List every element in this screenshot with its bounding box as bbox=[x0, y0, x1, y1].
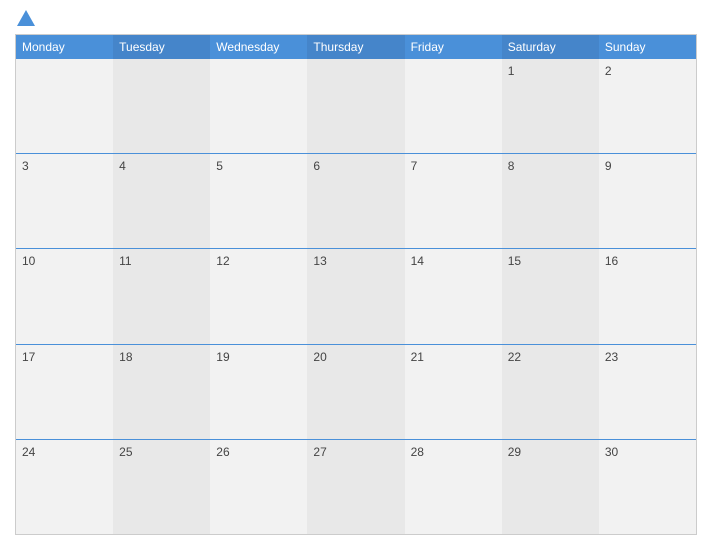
day-number: 4 bbox=[119, 159, 126, 173]
day-number: 27 bbox=[313, 445, 326, 459]
day-cell-23: 23 bbox=[599, 345, 696, 439]
day-cell-20: 20 bbox=[307, 345, 404, 439]
day-cell-18: 18 bbox=[113, 345, 210, 439]
day-number: 5 bbox=[216, 159, 223, 173]
day-number: 17 bbox=[22, 350, 35, 364]
day-cell-13: 13 bbox=[307, 249, 404, 343]
day-cell-25: 25 bbox=[113, 440, 210, 534]
day-number: 26 bbox=[216, 445, 229, 459]
day-number: 9 bbox=[605, 159, 612, 173]
day-number: 8 bbox=[508, 159, 515, 173]
day-cell-16: 16 bbox=[599, 249, 696, 343]
day-number: 1 bbox=[508, 64, 515, 78]
day-header-saturday: Saturday bbox=[502, 35, 599, 59]
day-number: 11 bbox=[119, 254, 131, 268]
day-cell-27: 27 bbox=[307, 440, 404, 534]
day-header-friday: Friday bbox=[405, 35, 502, 59]
day-number: 3 bbox=[22, 159, 29, 173]
day-cell-1: 1 bbox=[502, 59, 599, 153]
day-number: 22 bbox=[508, 350, 521, 364]
day-cell-7: 7 bbox=[405, 154, 502, 248]
week-row-1: 12 bbox=[16, 59, 696, 154]
week-row-5: 24 25 26 27 28 29 30 bbox=[16, 440, 696, 534]
day-number: 15 bbox=[508, 254, 521, 268]
day-number: 7 bbox=[411, 159, 418, 173]
day-cell-2: 2 bbox=[599, 59, 696, 153]
week-row-4: 17 18 19 20 21 22 23 bbox=[16, 345, 696, 440]
day-cell-28: 28 bbox=[405, 440, 502, 534]
day-number: 30 bbox=[605, 445, 618, 459]
week-row-3: 10 11 12 13 14 15 16 bbox=[16, 249, 696, 344]
day-cell-22: 22 bbox=[502, 345, 599, 439]
day-number: 24 bbox=[22, 445, 35, 459]
day-cell-9: 9 bbox=[599, 154, 696, 248]
day-header-monday: Monday bbox=[16, 35, 113, 59]
day-cell-24: 24 bbox=[16, 440, 113, 534]
day-header-thursday: Thursday bbox=[307, 35, 404, 59]
day-cell-26: 26 bbox=[210, 440, 307, 534]
day-cell-15: 15 bbox=[502, 249, 599, 343]
day-cell-19: 19 bbox=[210, 345, 307, 439]
empty-day-cell bbox=[307, 59, 404, 153]
day-number: 6 bbox=[313, 159, 320, 173]
day-cell-6: 6 bbox=[307, 154, 404, 248]
day-number: 23 bbox=[605, 350, 618, 364]
calendar-grid: 1234567891011121314151617181920212223242… bbox=[16, 59, 696, 534]
day-number: 20 bbox=[313, 350, 326, 364]
day-cell-10: 10 bbox=[16, 249, 113, 343]
calendar-container: MondayTuesdayWednesdayThursdayFridaySatu… bbox=[0, 0, 712, 550]
day-header-wednesday: Wednesday bbox=[210, 35, 307, 59]
empty-day-cell bbox=[16, 59, 113, 153]
day-header-tuesday: Tuesday bbox=[113, 35, 210, 59]
logo-triangle-icon bbox=[17, 10, 35, 26]
logo bbox=[15, 10, 37, 26]
day-cell-21: 21 bbox=[405, 345, 502, 439]
day-number: 14 bbox=[411, 254, 424, 268]
day-number: 13 bbox=[313, 254, 326, 268]
empty-day-cell bbox=[113, 59, 210, 153]
day-cell-14: 14 bbox=[405, 249, 502, 343]
day-cell-17: 17 bbox=[16, 345, 113, 439]
day-cell-30: 30 bbox=[599, 440, 696, 534]
day-number: 28 bbox=[411, 445, 424, 459]
day-cell-4: 4 bbox=[113, 154, 210, 248]
day-cell-11: 11 bbox=[113, 249, 210, 343]
calendar-grid-area: MondayTuesdayWednesdayThursdayFridaySatu… bbox=[15, 34, 697, 535]
day-number: 25 bbox=[119, 445, 132, 459]
days-header: MondayTuesdayWednesdayThursdayFridaySatu… bbox=[16, 35, 696, 59]
day-header-sunday: Sunday bbox=[599, 35, 696, 59]
day-number: 12 bbox=[216, 254, 229, 268]
day-cell-5: 5 bbox=[210, 154, 307, 248]
day-cell-12: 12 bbox=[210, 249, 307, 343]
day-cell-3: 3 bbox=[16, 154, 113, 248]
day-number: 29 bbox=[508, 445, 521, 459]
day-number: 19 bbox=[216, 350, 229, 364]
day-number: 16 bbox=[605, 254, 618, 268]
day-number: 21 bbox=[411, 350, 424, 364]
week-row-2: 3 4 5 6 7 8 9 bbox=[16, 154, 696, 249]
empty-day-cell bbox=[405, 59, 502, 153]
day-number: 10 bbox=[22, 254, 35, 268]
empty-day-cell bbox=[210, 59, 307, 153]
day-cell-29: 29 bbox=[502, 440, 599, 534]
calendar-header bbox=[15, 10, 697, 26]
day-number: 2 bbox=[605, 64, 612, 78]
day-cell-8: 8 bbox=[502, 154, 599, 248]
day-number: 18 bbox=[119, 350, 132, 364]
